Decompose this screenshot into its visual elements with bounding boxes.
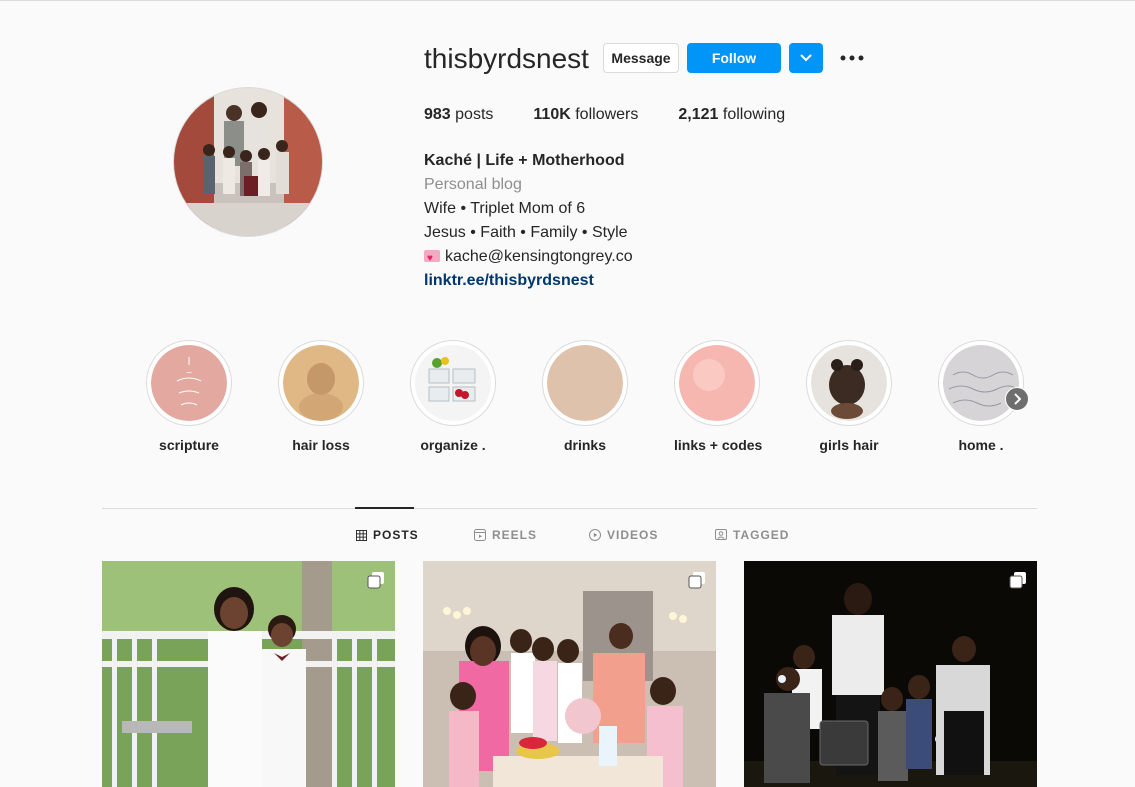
tabs-divider xyxy=(102,508,1037,509)
post-thumbnail[interactable] xyxy=(423,561,716,787)
chevron-right-icon xyxy=(1014,393,1021,405)
more-icon xyxy=(840,55,864,61)
profile-bio: Kaché | Life + Motherhood Personal blog … xyxy=(424,149,844,293)
follow-button[interactable]: Follow xyxy=(687,43,781,73)
bio-email-row: kache@kensingtongrey.co xyxy=(424,245,844,271)
post-image xyxy=(744,561,1037,787)
highlight-scripture[interactable]: ~ scripture xyxy=(146,340,232,453)
svg-text:~: ~ xyxy=(186,368,193,377)
following-count-label: following xyxy=(722,106,786,123)
profile-username: thisbyrdsnest xyxy=(424,43,589,74)
post-image xyxy=(423,561,716,787)
profile-stats: 983 posts 110K followers 2,121 following xyxy=(424,105,825,125)
chevron-down-icon xyxy=(800,54,812,62)
highlight-label: home . xyxy=(958,437,1004,453)
followers-link[interactable]: 110K followers xyxy=(533,105,638,125)
highlight-organize[interactable]: organize . xyxy=(410,340,496,453)
following-count-value: 2,121 xyxy=(678,106,719,123)
posts-count-label: posts xyxy=(455,106,494,123)
highlight-label: hair loss xyxy=(292,437,350,453)
highlight-cover xyxy=(943,345,1019,421)
posts-count-value: 983 xyxy=(424,106,451,123)
more-options-button[interactable] xyxy=(838,45,866,71)
grid-icon xyxy=(356,529,367,541)
bio-name: Kaché | Life + Motherhood xyxy=(424,152,625,169)
tab-label: TAGGED xyxy=(733,528,790,542)
highlight-cover xyxy=(283,345,359,421)
carousel-icon xyxy=(367,572,384,589)
highlight-cover: ~ xyxy=(151,345,227,421)
posts-count: 983 posts xyxy=(424,105,493,125)
highlight-ring xyxy=(542,340,628,426)
post-thumbnail[interactable] xyxy=(102,561,395,787)
play-icon xyxy=(589,529,601,541)
tab-tagged[interactable]: TAGGED xyxy=(715,527,789,543)
profile-avatar[interactable] xyxy=(173,87,323,237)
highlight-label: links + codes xyxy=(674,437,763,453)
post-image xyxy=(102,561,395,787)
tag-icon xyxy=(715,529,727,540)
bio-line-2: Jesus • Faith • Family • Style xyxy=(424,224,628,241)
following-link[interactable]: 2,121 following xyxy=(678,105,785,125)
reels-icon xyxy=(474,529,486,541)
tab-reels[interactable]: REELS xyxy=(474,527,537,543)
highlight-ring xyxy=(806,340,892,426)
highlight-ring xyxy=(410,340,496,426)
highlight-cover xyxy=(547,345,623,421)
highlight-cover xyxy=(415,345,491,421)
tab-videos[interactable]: VIDEOS xyxy=(589,527,658,543)
suggestions-dropdown-button[interactable] xyxy=(789,43,823,73)
bio-link[interactable]: linktr.ee/thisbyrdsnest xyxy=(424,269,844,293)
love-letter-icon xyxy=(424,247,440,271)
bio-line-1: Wife • Triplet Mom of 6 xyxy=(424,200,586,217)
highlight-girls-hair[interactable]: girls hair xyxy=(806,340,892,453)
bio-email: kache@kensingtongrey.co xyxy=(445,248,633,265)
carousel-icon xyxy=(1009,572,1026,589)
highlight-label: girls hair xyxy=(819,437,879,453)
highlight-cover xyxy=(811,345,887,421)
highlight-label: drinks xyxy=(563,437,606,453)
tab-label: POSTS xyxy=(373,528,419,542)
highlights-next-button[interactable] xyxy=(1005,387,1029,411)
highlight-hair-loss[interactable]: hair loss xyxy=(278,340,364,453)
highlight-label: scripture xyxy=(159,437,219,453)
bio-category: Personal blog xyxy=(424,176,522,193)
tab-posts[interactable]: POSTS xyxy=(356,527,419,543)
highlight-cover xyxy=(679,345,755,421)
message-button[interactable]: Message xyxy=(603,43,679,73)
highlight-ring xyxy=(938,340,1024,426)
highlight-label: organize . xyxy=(420,437,486,453)
tab-label: VIDEOS xyxy=(607,528,659,542)
tab-label: REELS xyxy=(492,528,538,542)
followers-count-label: followers xyxy=(575,106,639,123)
highlight-ring: ~ xyxy=(146,340,232,426)
highlight-ring xyxy=(278,340,364,426)
highlight-links-codes[interactable]: links + codes xyxy=(674,340,763,453)
highlight-ring xyxy=(674,340,760,426)
carousel-icon xyxy=(688,572,705,589)
followers-count-value: 110K xyxy=(533,106,571,123)
active-tab-indicator xyxy=(355,507,414,509)
highlight-drinks[interactable]: drinks xyxy=(542,340,628,453)
post-thumbnail[interactable] xyxy=(744,561,1037,787)
